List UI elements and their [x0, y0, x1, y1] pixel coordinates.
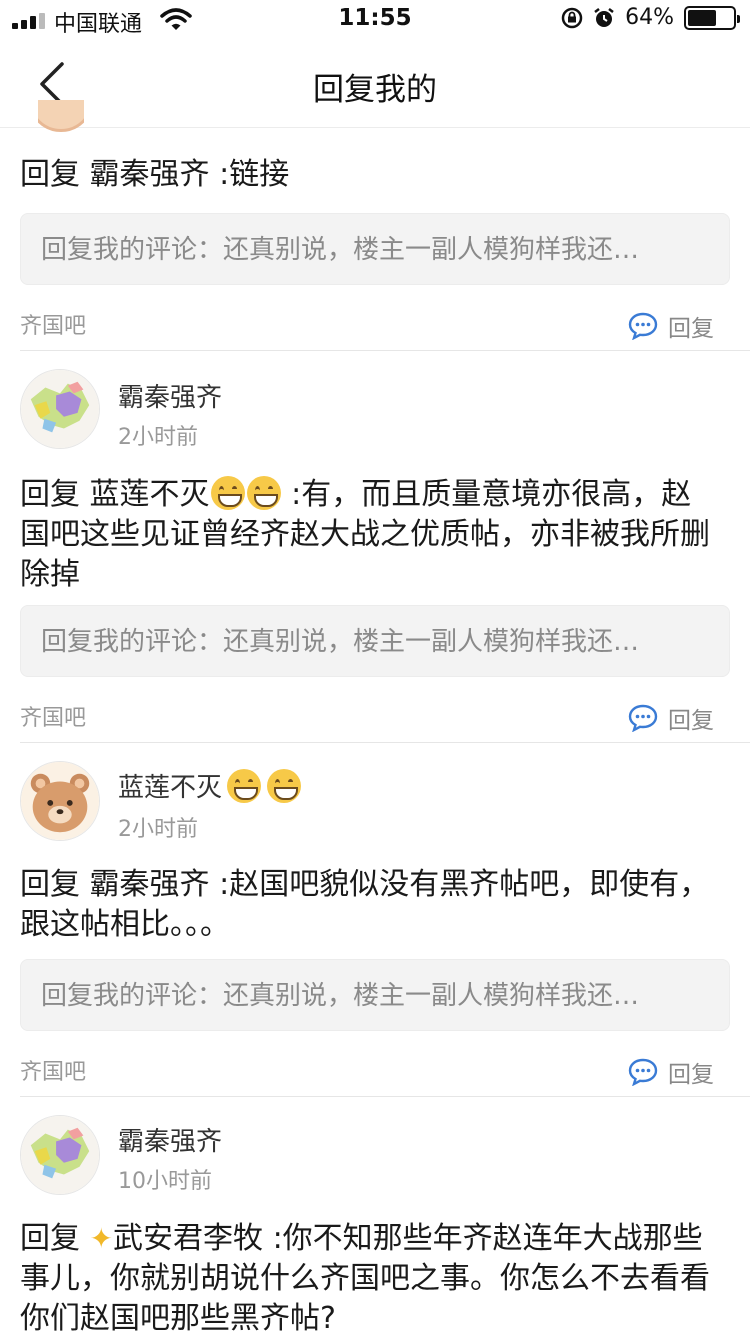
quoted-comment[interactable]: 回复我的评论：还真别说，楼主一副人模狗样我还… [20, 213, 730, 285]
grinning-emoji-icon [246, 476, 281, 510]
reply-button[interactable]: 回复 [628, 1055, 714, 1089]
forum-name[interactable]: 齐国吧 [20, 700, 86, 732]
comment-bubble-icon [628, 1058, 658, 1086]
grinning-emoji-icon [210, 476, 245, 510]
divider [20, 742, 750, 743]
reply-label: 回复 [668, 316, 714, 342]
rotation-lock-icon [561, 7, 583, 28]
reply-content[interactable]: 回复 蓝莲不灭 :有，而且质量意境亦很高，赵国吧这些见证曾经齐赵大战之优质帖，亦… [20, 475, 720, 595]
forum-name[interactable]: 齐国吧 [20, 1054, 86, 1086]
forum-name[interactable]: 齐国吧 [20, 308, 86, 340]
avatar[interactable] [20, 1115, 100, 1195]
quoted-comment[interactable]: 回复我的评论：还真别说，楼主一副人模狗样我还… [20, 959, 730, 1031]
page-title: 回复我的 [313, 72, 437, 108]
username[interactable]: 霸秦强齐 [118, 1121, 222, 1158]
reply-label: 回复 [668, 708, 714, 734]
comment-bubble-icon [628, 312, 658, 340]
reply-content[interactable]: 回复 霸秦强齐 :链接 [20, 155, 720, 195]
avatar-partial[interactable] [38, 100, 84, 132]
reply-button[interactable]: 回复 [628, 701, 714, 735]
nav-bar: 回复我的 [0, 40, 750, 128]
grinning-emoji-icon [267, 768, 302, 803]
reply-target-user[interactable]: 蓝莲不灭 [90, 477, 210, 512]
comment-bubble-icon [628, 704, 658, 732]
post-time: 2小时前 [118, 817, 198, 842]
grinning-emoji-icon [227, 768, 262, 803]
username[interactable]: 霸秦强齐 [118, 377, 222, 414]
reply-target-user[interactable]: 武安君李牧 [113, 1221, 263, 1256]
sparkles-icon: ✦ [89, 1222, 114, 1255]
reply-label: 回复 [668, 1062, 714, 1088]
avatar[interactable] [20, 369, 100, 449]
reply-content[interactable]: 回复 ✦武安君李牧 :你不知那些年齐赵连年大战那些事儿，你就别胡说什么齐国吧之事… [20, 1219, 720, 1334]
divider [20, 350, 750, 351]
battery-icon [684, 5, 740, 30]
post-time: 2小时前 [118, 425, 198, 450]
status-bar: 中国联通 11:55 64% [0, 0, 750, 40]
post-time: 10小时前 [118, 1169, 212, 1194]
quoted-comment[interactable]: 回复我的评论：还真别说，楼主一副人模狗样我还… [20, 605, 730, 677]
reply-content[interactable]: 回复 霸秦强齐 :赵国吧貌似没有黑齐帖吧，即使有，跟这帖相比。。。 [20, 865, 720, 945]
reply-target-user[interactable]: 霸秦强齐 [90, 157, 210, 192]
username[interactable]: 蓝莲不灭 [118, 767, 302, 804]
reply-target-user[interactable]: 霸秦强齐 [90, 867, 210, 902]
divider [20, 1096, 750, 1097]
status-right: 64% [561, 5, 740, 30]
battery-percent: 64% [625, 5, 674, 30]
avatar[interactable] [20, 761, 100, 841]
reply-button[interactable]: 回复 [628, 309, 714, 343]
alarm-icon [594, 7, 614, 27]
